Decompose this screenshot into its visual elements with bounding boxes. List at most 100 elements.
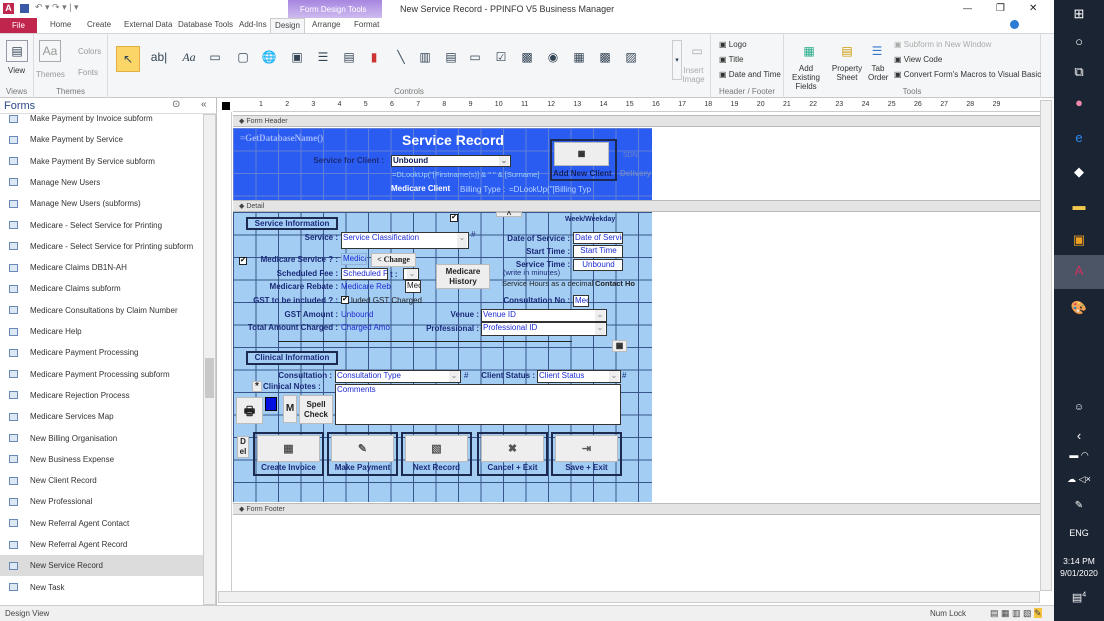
print-button[interactable]: 🖶 — [236, 397, 263, 424]
nav-item[interactable]: Medicare Consultations by Claim Number — [0, 300, 203, 321]
medicare-history-button[interactable]: Medicare History — [436, 264, 490, 289]
chevron-left-icon[interactable]: ‹ — [1054, 428, 1104, 443]
service-hours-label[interactable]: Service Hours as a decimal — [502, 279, 593, 288]
total-amount-field[interactable]: Charged Amo — [341, 323, 390, 332]
tab-format[interactable]: Format — [354, 20, 379, 29]
consultation-no-label[interactable]: Consultation No : — [490, 296, 570, 305]
clinical-notes-label[interactable]: Clinical Notes : — [263, 382, 331, 391]
medicare-rebate-field[interactable]: Medicare Reb — [341, 282, 391, 291]
tab-design[interactable]: Design — [270, 18, 305, 33]
section-form-header[interactable]: ◆ Form Header — [233, 115, 1050, 127]
clinical-notes-textarea[interactable]: Comments — [335, 384, 621, 425]
scheduled-fee-field[interactable]: Scheduled Fe — [341, 268, 388, 280]
restore-button[interactable]: ❐ — [996, 3, 1005, 14]
client-name-expression[interactable]: =DLookUp("[Firstname(s)] & " " & [Surnam… — [392, 170, 539, 179]
colors-button[interactable]: Colors — [78, 47, 101, 56]
view-switcher-icons[interactable]: ▤ ▦ ▥ ▧ ✎ — [990, 608, 1042, 619]
tab-create[interactable]: Create — [87, 20, 111, 29]
windows-start-icon[interactable]: ⊞ — [1054, 6, 1104, 22]
nav-item[interactable]: Medicare Payment Processing — [0, 342, 203, 363]
themes-icon[interactable]: Aa — [39, 40, 61, 62]
start-time-field[interactable]: Start Time — [573, 245, 623, 258]
themes-button[interactable]: Themes — [36, 70, 65, 79]
consultation-label[interactable]: Consultation : — [260, 371, 332, 380]
nav-item[interactable]: New Client Record — [0, 470, 203, 491]
tab-external-data[interactable]: External Data — [124, 20, 172, 29]
medicare-rebate-label[interactable]: Medicare Rebate : — [260, 282, 338, 291]
nav-item[interactable]: New Referral Agent Contact — [0, 513, 203, 534]
separator-line[interactable] — [278, 341, 572, 342]
title-button[interactable]: ▣ Title — [719, 55, 743, 64]
tab-arrange[interactable]: Arrange — [312, 20, 340, 29]
venue-combo[interactable]: Venue ID — [481, 309, 607, 322]
spell-check-button[interactable]: Spell Check — [299, 395, 333, 424]
scheduled-fee-label[interactable]: Scheduled Fee : — [270, 269, 338, 278]
image-icon[interactable]: ▨ — [620, 46, 642, 68]
week-weekday-label[interactable]: Week/Weekday — [565, 216, 615, 223]
search-icon[interactable]: ○ — [1054, 34, 1104, 49]
paint-icon[interactable]: 🎨 — [1054, 300, 1104, 316]
consultation-combo[interactable]: Consultation Type — [335, 370, 461, 383]
subform-icon[interactable]: ▦ — [568, 46, 590, 68]
next-record-button[interactable]: ▧ — [405, 435, 468, 462]
clock-time[interactable]: 3:14 PM — [1054, 556, 1104, 566]
venue-label[interactable]: Venue : — [430, 310, 479, 319]
start-time-label[interactable]: Start Time : — [500, 247, 570, 256]
date-time-button[interactable]: ▣ Date and Time — [719, 70, 781, 79]
gst-checkbox[interactable]: ✔ — [341, 296, 349, 304]
line-icon[interactable]: ╲ — [390, 46, 412, 68]
hyperlink-icon[interactable]: 🌐 — [258, 46, 280, 68]
client-status-combo[interactable]: Client Status — [537, 370, 621, 383]
nav-item[interactable]: Manage New Users — [0, 172, 203, 193]
nav-title[interactable]: Forms — [4, 100, 35, 112]
undo-icon[interactable]: ↶ ▾ ↷ ▾ | ▾ — [35, 2, 78, 13]
battery-wifi-icon[interactable]: ▬ ◠ — [1054, 450, 1104, 461]
section-detail[interactable]: ◆ Detail — [233, 200, 1050, 212]
lookup-icon-button[interactable]: ▦ — [612, 340, 627, 352]
notifications-icon[interactable]: ▤4 — [1054, 591, 1104, 604]
save-exit-button[interactable]: ⇥ — [555, 435, 618, 462]
service-combo[interactable]: Service Classification — [341, 232, 469, 249]
gst-amount-label[interactable]: GST Amount : — [270, 310, 338, 319]
gst-charged-label[interactable]: luded GST Charged — [351, 296, 422, 305]
billing-type-expression[interactable]: =DLookUp("[Billing Typ — [509, 185, 591, 194]
file-explorer-icon[interactable]: ▬ — [1054, 198, 1104, 213]
consultation-no-field[interactable]: Mec — [573, 295, 589, 307]
nav-item[interactable]: Make Payment by Service — [0, 129, 203, 150]
minimize-button[interactable]: — — [963, 3, 972, 13]
select-pointer-icon[interactable]: ↖ — [116, 46, 140, 72]
tab-file[interactable]: File — [0, 18, 37, 33]
database-name-field[interactable]: =GetDatabaseName() — [240, 133, 323, 143]
toggle-icon[interactable]: ▥ — [414, 46, 436, 68]
change-button[interactable]: < Change — [371, 253, 416, 267]
service-information-heading[interactable]: Service Information — [246, 217, 338, 230]
add-new-client-button[interactable]: ▦ — [554, 142, 609, 166]
service-for-client-label[interactable]: Service for Client : — [300, 156, 384, 165]
web-browser-icon[interactable]: ▣ — [286, 46, 308, 68]
subform-new-window-button[interactable]: ▣ Subform in New Window — [894, 40, 991, 49]
gst-amount-field[interactable]: Unbound — [341, 310, 373, 319]
star-button[interactable]: * — [252, 381, 262, 392]
save-icon[interactable] — [20, 4, 29, 13]
nav-item[interactable]: Make Payment By Service subform — [0, 151, 203, 172]
make-payment-button[interactable]: ✎ — [331, 435, 394, 462]
date-of-service-label[interactable]: Date of Service : — [490, 234, 570, 243]
nav-item[interactable]: New Billing Organisation — [0, 428, 203, 449]
clinical-information-heading[interactable]: Clinical Information — [246, 351, 338, 365]
edge-icon[interactable]: e — [1054, 130, 1104, 145]
professional-label[interactable]: Professional : — [420, 324, 479, 333]
nav-item[interactable]: Medicare - Select Service for Printing s… — [0, 236, 203, 257]
access-taskbar-button[interactable]: A — [1054, 255, 1104, 289]
nav-item[interactable]: Medicare Payment Processing subform — [0, 364, 203, 385]
textbox-icon[interactable]: ab| — [148, 46, 170, 68]
language-indicator[interactable]: ENG — [1054, 528, 1104, 538]
add-fields-icon[interactable]: ▦ — [798, 40, 820, 62]
delivery-label[interactable]: Delivery — [620, 169, 651, 178]
people-icon[interactable]: ☺ — [1054, 402, 1104, 413]
mec-field[interactable]: Mec — [405, 280, 421, 293]
total-amount-label[interactable]: Total Amount Charged : — [240, 323, 338, 332]
cloud-volume-icon[interactable]: ☁ ◁× — [1054, 474, 1104, 485]
billing-type-label[interactable]: Billing Type : — [460, 185, 505, 194]
form-title[interactable]: Service Record — [402, 132, 504, 148]
tab-control-icon[interactable]: ▢ — [232, 46, 254, 68]
